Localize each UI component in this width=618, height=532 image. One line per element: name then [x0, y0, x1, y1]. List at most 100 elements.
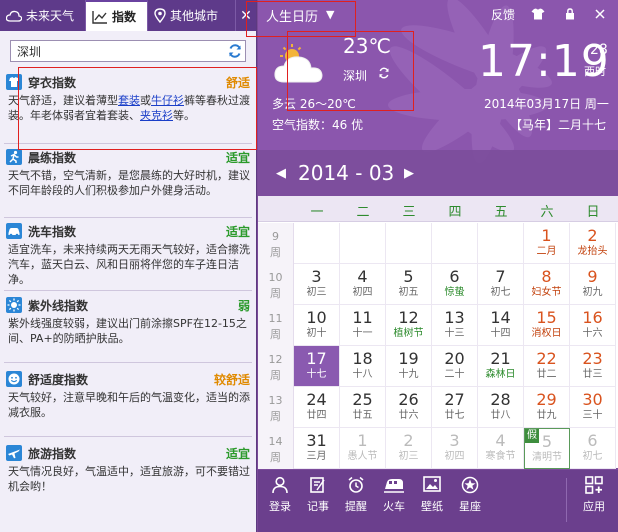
calendar-day[interactable]: 6 初七	[570, 428, 616, 469]
day-number: 27	[444, 390, 465, 409]
week-number-value: 13	[268, 394, 283, 407]
calendar-day[interactable]: 2 初三	[386, 428, 432, 469]
calendar-day[interactable]: 23 廿三	[570, 346, 616, 387]
lunar-label: 清明节	[532, 452, 562, 463]
calendar-day[interactable]: 13 十三	[432, 305, 478, 346]
day-number: 7	[495, 267, 506, 286]
month-label[interactable]: 2014 - 03	[298, 161, 394, 185]
calendar-day[interactable]: 10 初十	[294, 305, 340, 346]
refresh-icon[interactable]	[227, 43, 243, 59]
day-number: 15	[536, 308, 557, 327]
calendar-panel: 人生日历 ▼ 反馈 23℃ 深圳 多云 26～20℃ 空气指数：46 优 17:…	[258, 0, 618, 532]
day-number: 8	[541, 267, 552, 286]
city-search-input[interactable]	[10, 40, 246, 62]
calendar-day[interactable]: 4 寒食节	[478, 428, 524, 469]
tab-label: 指数	[112, 10, 137, 24]
calendar-day[interactable]: 2 龙抬头	[570, 223, 616, 264]
notes-button[interactable]: 记事	[300, 476, 336, 514]
tab-other-cities[interactable]: 其他城市	[148, 0, 236, 31]
calendar-day[interactable]: 12 植树节	[386, 305, 432, 346]
calendar-day[interactable]: 9 初九	[570, 264, 616, 305]
apps-button[interactable]: 应用	[576, 476, 612, 514]
calendar-day[interactable]: 27 廿七	[432, 387, 478, 428]
prev-month-button[interactable]: ◀	[276, 166, 286, 181]
grid-icon	[576, 476, 612, 498]
clock-seconds: 28	[590, 42, 608, 58]
lock-icon[interactable]	[562, 6, 578, 22]
week-unit: 周	[270, 410, 281, 423]
close-icon[interactable]: ✕	[236, 0, 256, 31]
current-city[interactable]: 深圳	[343, 67, 367, 84]
calendar-day[interactable]: 19 十九	[386, 346, 432, 387]
calendar-day[interactable]: 3 初三	[294, 264, 340, 305]
switch-city-icon[interactable]	[378, 67, 390, 82]
calendar-day[interactable]: 3 初四	[432, 428, 478, 469]
bottom-toolbar: 登录 记事 提醒 火车 壁纸 星座 应用	[258, 470, 618, 532]
weekday-label: 一	[310, 205, 324, 220]
divider	[4, 143, 252, 144]
calendar-day[interactable]: 6 惊蛰	[432, 264, 478, 305]
calendar-day[interactable]: 1 二月	[524, 223, 570, 264]
day-number: 30	[582, 390, 603, 409]
tab-index[interactable]: 指数	[86, 0, 148, 31]
close-icon[interactable]	[592, 6, 608, 22]
tab-bar: 未来天气 指数 其他城市 ✕	[0, 0, 256, 31]
calendar-day[interactable]: 29 廿九	[524, 387, 570, 428]
train-button[interactable]: 火车	[376, 476, 412, 514]
calendar-day[interactable]: 24 廿四	[294, 387, 340, 428]
calendar-day[interactable]: 11 十一	[340, 305, 386, 346]
calendar-day[interactable]: 14 十四	[478, 305, 524, 346]
lunar-label: 廿四	[306, 410, 327, 421]
calendar-body: 9 周 1 二月 2 龙抬头 10 周 3 初三 4 初四 5 初五 6 惊蛰 7 初七 8 妇女节 9 初九 11 周 10 初…	[258, 223, 618, 469]
calendar-day[interactable]: 5 初五	[386, 264, 432, 305]
day-number: 1	[541, 226, 552, 245]
link-denim-shirt[interactable]: 牛仔衫	[151, 94, 184, 107]
login-button[interactable]: 登录	[262, 476, 298, 514]
city-search	[10, 40, 246, 62]
horoscope-button[interactable]: 星座	[452, 476, 488, 514]
next-month-button[interactable]: ▶	[404, 166, 414, 181]
calendar-day[interactable]: 20 二十	[432, 346, 478, 387]
lunar-label: 寒食节	[485, 451, 516, 462]
calendar-day[interactable]: 4 初四	[340, 264, 386, 305]
link-suit[interactable]: 套装	[118, 94, 140, 107]
calendar-day[interactable]: 8 妇女节	[524, 264, 570, 305]
weekday-label: 三	[402, 205, 416, 220]
calendar-day[interactable]: 28 廿八	[478, 387, 524, 428]
index-clothing: 穿衣指数 舒适 天气舒适，建议着薄型套装或牛仔衫裤等春秋过渡装。年老体弱者宜着套…	[6, 74, 250, 122]
wallpaper-button[interactable]: 壁纸	[414, 476, 450, 514]
calendar-day[interactable]: 假 5 清明节	[524, 428, 570, 469]
calendar-day[interactable]: 15 消权日	[524, 305, 570, 346]
calendar-day[interactable]: 1 愚人节	[340, 428, 386, 469]
calendar-day[interactable]: 17 十七	[294, 346, 340, 387]
lunar-label: 妇女节	[531, 287, 562, 298]
day-number: 10	[306, 308, 327, 327]
lunar-label: 初四	[352, 287, 373, 298]
calendar-day[interactable]: 22 廿二	[524, 346, 570, 387]
index-description: 天气情况良好，气温适中，适宜旅游，可不要错过机会哟！	[8, 465, 250, 493]
link-jacket[interactable]: 夹克衫	[140, 109, 173, 122]
calendar-day[interactable]: 31 三月	[294, 428, 340, 469]
day-number: 18	[352, 349, 373, 368]
feedback-link[interactable]: 反馈	[491, 6, 515, 23]
calendar-day[interactable]: 26 廿六	[386, 387, 432, 428]
day-number: 16	[582, 308, 603, 327]
calendar-day[interactable]: 16 十六	[570, 305, 616, 346]
skin-icon[interactable]	[530, 6, 546, 22]
calendar-day[interactable]: 7 初七	[478, 264, 524, 305]
runner-icon	[6, 149, 22, 165]
reminder-button[interactable]: 提醒	[338, 476, 374, 514]
day-number: 6	[587, 431, 598, 450]
calendar-day[interactable]: 25 廿五	[340, 387, 386, 428]
user-icon	[262, 476, 298, 498]
calendar-day[interactable]: 18 十八	[340, 346, 386, 387]
divider	[566, 478, 567, 522]
tab-future-weather[interactable]: 未来天气	[0, 0, 86, 31]
calendar-day	[386, 223, 432, 264]
calendar-day[interactable]: 21 森林日	[478, 346, 524, 387]
week-number: 10 周	[258, 264, 294, 305]
calendar-day[interactable]: 30 三十	[570, 387, 616, 428]
day-number: 14	[490, 308, 511, 327]
lunar-label: 植树节	[393, 328, 424, 339]
chevron-down-icon[interactable]: ▼	[326, 8, 334, 21]
